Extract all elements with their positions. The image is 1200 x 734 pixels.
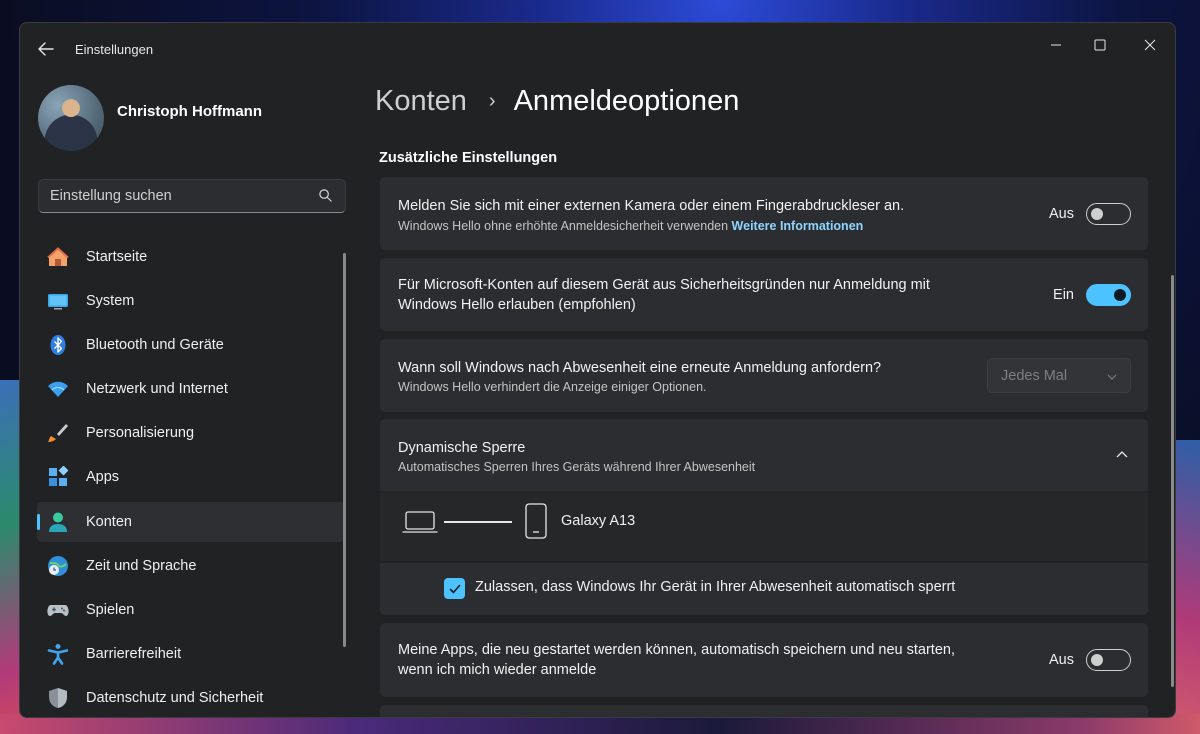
setting-title-line1: Meine Apps, die neu gestartet werden kön… bbox=[398, 642, 955, 658]
setting-restart-apps: Meine Apps, die neu gestartet werden kön… bbox=[380, 623, 1148, 697]
setting-title: Für Microsoft-Konten auf diesem Gerät au… bbox=[398, 275, 930, 315]
setting-title-line2: Windows Hello erlauben (empfohlen) bbox=[398, 297, 636, 313]
breadcrumb: Konten › Anmeldeoptionen bbox=[375, 85, 739, 118]
sidebar-item-datenschutz[interactable]: Datenschutz und Sicherheit bbox=[37, 678, 345, 717]
search-box[interactable] bbox=[38, 179, 346, 213]
sidebar-item-label: Apps bbox=[86, 469, 120, 486]
maximize-icon bbox=[1094, 39, 1106, 51]
close-button[interactable] bbox=[1128, 29, 1172, 61]
sidebar-item-netzwerk[interactable]: Netzwerk und Internet bbox=[37, 369, 345, 409]
phone-icon bbox=[525, 503, 547, 539]
hello-only-toggle[interactable] bbox=[1086, 284, 1131, 306]
setting-external-camera: Melden Sie sich mit einer externen Kamer… bbox=[380, 177, 1148, 250]
setting-subtitle-text: Windows Hello ohne erhöhte Anmeldesicher… bbox=[398, 219, 729, 233]
back-button[interactable] bbox=[34, 37, 58, 61]
setting-next-partial bbox=[380, 705, 1148, 717]
account-icon bbox=[49, 512, 67, 532]
bluetooth-icon bbox=[50, 335, 66, 356]
arrow-left-icon bbox=[38, 42, 54, 56]
connection-line bbox=[444, 521, 512, 523]
sidebar-item-label: System bbox=[86, 293, 135, 310]
setting-title: Melden Sie sich mit einer externen Kamer… bbox=[398, 198, 905, 214]
laptop-icon bbox=[402, 511, 438, 533]
breadcrumb-parent[interactable]: Konten bbox=[375, 85, 467, 118]
main-scrollbar[interactable] bbox=[1171, 275, 1174, 687]
chevron-right-icon: › bbox=[488, 90, 496, 112]
search-input[interactable] bbox=[39, 180, 309, 212]
require-signin-dropdown[interactable]: Jedes Mal bbox=[987, 358, 1131, 393]
sidebar-item-system[interactable]: System bbox=[37, 281, 345, 321]
apps-icon bbox=[49, 466, 69, 487]
sidebar-item-label: Netzwerk und Internet bbox=[86, 381, 228, 398]
sidebar-item-label: Personalisierung bbox=[86, 425, 195, 442]
sidebar-item-zeit[interactable]: Zeit und Sprache bbox=[37, 546, 345, 586]
setting-require-signin: Wann soll Windows nach Abwesenheit eine … bbox=[380, 339, 1148, 412]
app-title: Einstellungen bbox=[75, 42, 154, 57]
setting-subtitle: Windows Hello verhindert die Anzeige ein… bbox=[398, 380, 707, 394]
checkmark-icon bbox=[449, 584, 460, 593]
sidebar-item-konten[interactable]: Konten bbox=[37, 501, 345, 542]
toggle-state-label: Ein bbox=[1053, 287, 1074, 303]
sidebar-item-label: Zeit und Sprache bbox=[86, 557, 197, 574]
sidebar-item-label: Datenschutz und Sicherheit bbox=[86, 689, 264, 706]
user-name: Christoph Hoffmann bbox=[117, 103, 262, 120]
sidebar-nav: Startseite System Bluetooth und Geräte N… bbox=[37, 237, 345, 717]
globe-clock-icon bbox=[48, 555, 68, 576]
setting-title: Dynamische Sperre bbox=[398, 440, 526, 456]
setting-subtitle: Automatisches Sperren Ihres Geräts währe… bbox=[398, 460, 756, 474]
search-icon[interactable] bbox=[318, 188, 333, 203]
restart-apps-toggle[interactable] bbox=[1086, 649, 1131, 671]
sidebar-item-apps[interactable]: Apps bbox=[37, 457, 345, 497]
sidebar-item-startseite[interactable]: Startseite bbox=[37, 237, 345, 277]
toggle-state-label: Aus bbox=[1049, 206, 1074, 222]
sidebar-scrollbar[interactable] bbox=[343, 253, 346, 647]
minimize-icon bbox=[1051, 44, 1061, 46]
wifi-icon bbox=[48, 382, 68, 398]
setting-hello-only: Für Microsoft-Konten auf diesem Gerät au… bbox=[380, 258, 1148, 331]
dynamic-lock-device-panel: Galaxy A13 bbox=[380, 491, 1148, 561]
dynamic-lock-checkbox[interactable] bbox=[444, 578, 465, 599]
sidebar-item-label: Bluetooth und Geräte bbox=[86, 337, 224, 354]
more-info-link[interactable]: Weitere Informationen bbox=[732, 219, 864, 233]
chevron-down-icon bbox=[1107, 374, 1117, 380]
gamepad-icon bbox=[47, 604, 69, 616]
dropdown-value: Jedes Mal bbox=[1001, 368, 1068, 384]
monitor-icon bbox=[48, 294, 68, 310]
title-bar: Einstellungen bbox=[20, 23, 1175, 75]
home-icon bbox=[47, 247, 69, 266]
setting-subtitle: Windows Hello ohne erhöhte Anmeldesicher… bbox=[398, 219, 863, 233]
sidebar-item-barrierefreiheit[interactable]: Barrierefreiheit bbox=[37, 634, 345, 674]
setting-title-line2: wenn ich mich wieder anmelde bbox=[398, 662, 597, 678]
sidebar-item-bluetooth[interactable]: Bluetooth und Geräte bbox=[37, 325, 345, 365]
setting-title: Meine Apps, die neu gestartet werden kön… bbox=[398, 640, 955, 680]
sidebar-item-label: Konten bbox=[86, 513, 132, 530]
settings-window: Einstellungen Christoph Hoffmann Startse… bbox=[19, 22, 1176, 718]
device-name: Galaxy A13 bbox=[561, 513, 636, 529]
setting-dynamic-lock[interactable]: Dynamische Sperre Automatisches Sperren … bbox=[380, 419, 1148, 491]
accessibility-icon bbox=[47, 643, 69, 665]
setting-title: Wann soll Windows nach Abwesenheit eine … bbox=[398, 360, 882, 376]
chevron-up-icon[interactable] bbox=[1115, 448, 1129, 462]
brush-icon bbox=[48, 424, 68, 443]
checkbox-label: Zulassen, dass Windows Ihr Gerät in Ihre… bbox=[475, 579, 956, 595]
section-title: Zusätzliche Einstellungen bbox=[379, 150, 558, 166]
minimize-button[interactable] bbox=[1034, 29, 1078, 61]
maximize-button[interactable] bbox=[1078, 29, 1122, 61]
sidebar-item-spielen[interactable]: Spielen bbox=[37, 590, 345, 630]
sidebar-item-label: Spielen bbox=[86, 601, 135, 618]
dynamic-lock-checkbox-row: Zulassen, dass Windows Ihr Gerät in Ihre… bbox=[380, 563, 1148, 615]
avatar[interactable] bbox=[38, 85, 104, 151]
close-icon bbox=[1144, 39, 1156, 51]
toggle-state-label: Aus bbox=[1049, 652, 1074, 668]
setting-title-line1: Für Microsoft-Konten auf diesem Gerät au… bbox=[398, 277, 930, 293]
page-title: Anmeldeoptionen bbox=[513, 85, 740, 117]
sidebar-item-personalisierung[interactable]: Personalisierung bbox=[37, 413, 345, 453]
shield-icon bbox=[49, 687, 67, 708]
external-camera-toggle[interactable] bbox=[1086, 203, 1131, 225]
sidebar-item-label: Startseite bbox=[86, 249, 148, 265]
sidebar-item-label: Barrierefreiheit bbox=[86, 645, 182, 662]
